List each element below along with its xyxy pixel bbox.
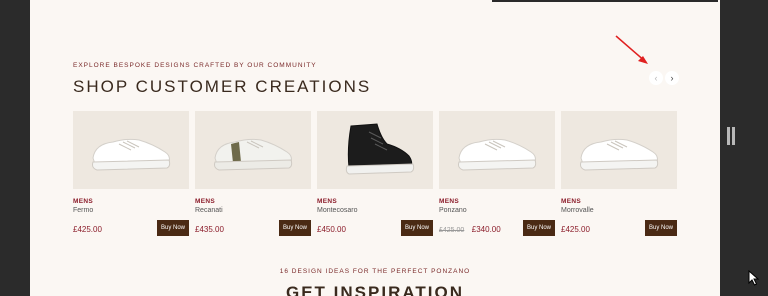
chevron-right-icon: › bbox=[670, 72, 674, 83]
product-old-price: £425.00 bbox=[439, 227, 465, 234]
product-card[interactable]: MENS Montecosaro £450.00 Buy Now bbox=[317, 111, 433, 236]
inspiration-title: GET INSPIRATION bbox=[286, 283, 464, 296]
white-sneaker-icon bbox=[580, 138, 659, 171]
carousel-next-button[interactable]: › bbox=[665, 71, 679, 85]
product-price: £435.00 bbox=[195, 225, 224, 234]
white-olive-sneaker-icon bbox=[214, 138, 293, 171]
product-image[interactable] bbox=[195, 111, 311, 189]
price-group: £425.00 bbox=[73, 219, 102, 237]
section-title: SHOP CUSTOMER CREATIONS bbox=[73, 77, 372, 96]
price-row: £425.00 Buy Now bbox=[73, 220, 189, 236]
buy-now-button[interactable]: Buy Now bbox=[522, 220, 555, 236]
price-row: £425.00 Buy Now bbox=[561, 220, 677, 236]
product-price: £450.00 bbox=[317, 225, 346, 234]
buy-now-button[interactable]: Buy Now bbox=[644, 220, 677, 236]
annotation-arrow-icon bbox=[615, 35, 648, 64]
buy-now-button[interactable]: Buy Now bbox=[400, 220, 433, 236]
price-row: £450.00 Buy Now bbox=[317, 220, 433, 236]
buy-now-button[interactable]: Buy Now bbox=[278, 220, 311, 236]
section-eyebrow: EXPLORE BESPOKE DESIGNS CRAFTED BY OUR C… bbox=[73, 62, 317, 69]
product-image[interactable] bbox=[561, 111, 677, 189]
price-row: £425.00 £340.00 Buy Now bbox=[439, 220, 555, 236]
product-price: £425.00 bbox=[561, 225, 590, 234]
product-card[interactable]: MENS Ponzano £425.00 £340.00 Buy Now bbox=[439, 111, 555, 236]
product-image[interactable] bbox=[317, 111, 433, 189]
product-category: MENS bbox=[73, 198, 93, 205]
scrollbar-thumb[interactable] bbox=[732, 127, 735, 145]
product-category: MENS bbox=[317, 198, 337, 205]
product-card[interactable]: MENS Morrovalle £425.00 Buy Now bbox=[561, 111, 677, 236]
product-card[interactable]: MENS Fermo £425.00 Buy Now bbox=[73, 111, 189, 236]
price-group: £425.00 £340.00 bbox=[439, 219, 501, 237]
price-group: £435.00 bbox=[195, 219, 224, 237]
price-group: £425.00 bbox=[561, 219, 590, 237]
product-card[interactable]: MENS Recanati £435.00 Buy Now bbox=[195, 111, 311, 236]
chevron-left-icon: ‹ bbox=[654, 72, 658, 83]
product-category: MENS bbox=[439, 198, 459, 205]
page: EXPLORE BESPOKE DESIGNS CRAFTED BY OUR C… bbox=[30, 0, 720, 296]
top-bar bbox=[492, 0, 718, 2]
product-image[interactable] bbox=[73, 111, 189, 189]
white-sneaker-icon bbox=[92, 138, 171, 171]
carousel-nav: ‹ › bbox=[649, 71, 679, 85]
price-row: £435.00 Buy Now bbox=[195, 220, 311, 236]
product-price: £340.00 bbox=[471, 225, 501, 234]
inspiration-eyebrow: 16 DESIGN IDEAS FOR THE PERFECT PONZANO bbox=[279, 268, 471, 275]
white-sneaker-icon bbox=[458, 138, 537, 171]
black-high-top-sneaker-icon bbox=[345, 123, 415, 175]
product-image[interactable] bbox=[439, 111, 555, 189]
scrollbar-thumb[interactable] bbox=[727, 127, 730, 145]
product-name[interactable]: Montecosaro bbox=[317, 207, 433, 214]
product-name[interactable]: Ponzano bbox=[439, 207, 555, 214]
mouse-cursor-icon bbox=[748, 270, 760, 286]
buy-now-button[interactable]: Buy Now bbox=[156, 220, 189, 236]
product-name[interactable]: Fermo bbox=[73, 207, 189, 214]
product-category: MENS bbox=[195, 198, 215, 205]
product-name[interactable]: Recanati bbox=[195, 207, 311, 214]
product-price: £425.00 bbox=[73, 225, 102, 234]
product-name[interactable]: Morrovalle bbox=[561, 207, 677, 214]
product-category: MENS bbox=[561, 198, 581, 205]
carousel-prev-button[interactable]: ‹ bbox=[649, 71, 663, 85]
price-group: £450.00 bbox=[317, 219, 346, 237]
